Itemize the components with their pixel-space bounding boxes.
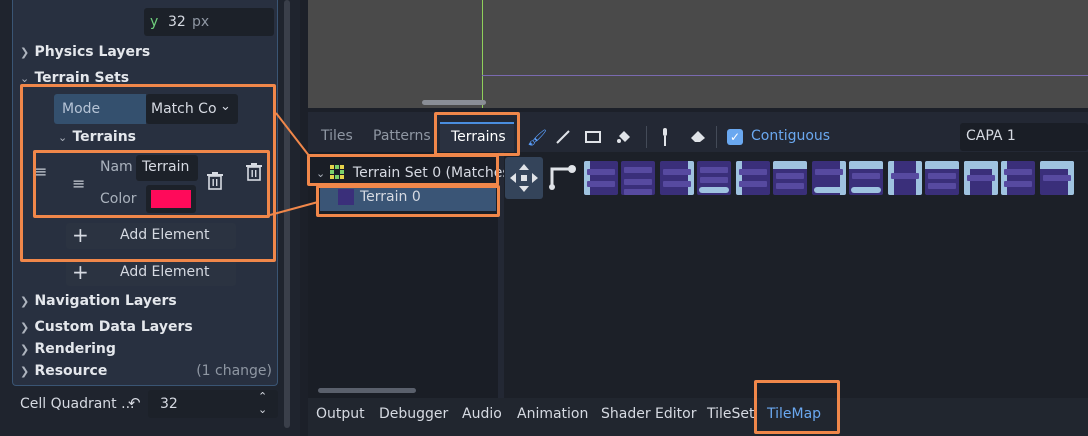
annotation-connectors <box>269 112 319 216</box>
